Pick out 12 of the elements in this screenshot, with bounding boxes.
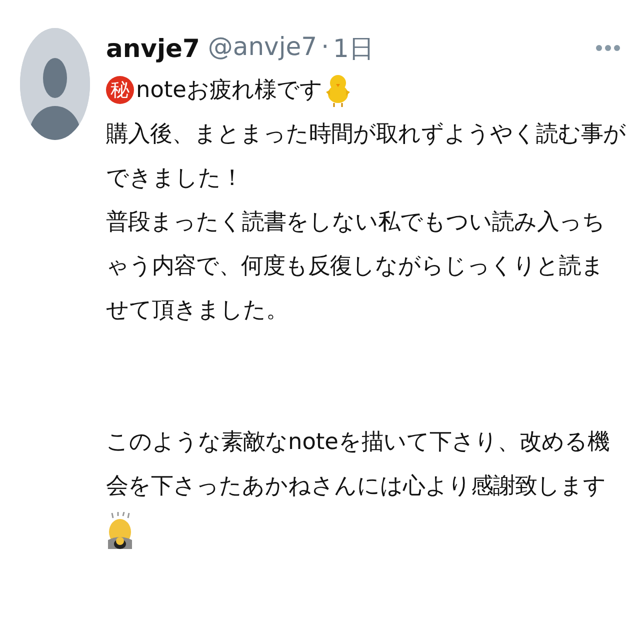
secret-badge: 秘	[106, 76, 134, 104]
greeting-text: noteお疲れ様です	[136, 76, 322, 105]
separator-dot: ·	[321, 32, 330, 62]
post-paragraph: このような素敵なnoteを描いて下さり、改める機会を下さったあかねさんには心より感謝致します	[106, 428, 610, 501]
post-paragraph: 購入後、まとまった時間が取れずようやく読む事ができました！	[106, 120, 626, 193]
chick-icon	[324, 73, 352, 107]
more-icon[interactable]	[596, 45, 620, 51]
author-handle[interactable]: @anvje7	[208, 32, 318, 64]
author-name[interactable]: anvje7	[106, 34, 200, 62]
post-time[interactable]: 1日	[333, 32, 374, 64]
bowing-person-icon	[106, 512, 134, 550]
post-paragraph: 普段まったく読書をしない私でもつい読み入っちゃう内容で、何度も反復しながらじっくりと読ませて頂きました。	[106, 208, 606, 325]
